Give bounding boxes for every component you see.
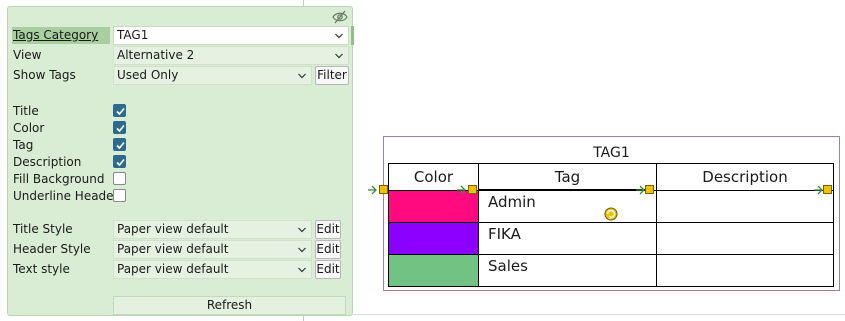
chevron-down-icon: [298, 73, 306, 79]
column-resize-handle[interactable]: [468, 185, 477, 194]
color-swatch-admin: [389, 191, 478, 222]
text-style-select[interactable]: Paper view default: [113, 260, 312, 279]
style-label: Header Style: [13, 242, 91, 256]
fill-background-checkbox[interactable]: [113, 172, 126, 185]
tags-category-select[interactable]: TAG1: [113, 26, 349, 45]
title-style-row: Title Style Paper view default Edit: [13, 220, 351, 239]
chevron-down-icon: [335, 33, 343, 39]
tag-checkbox[interactable]: [113, 138, 126, 151]
title-checkbox[interactable]: [113, 104, 126, 117]
text-style-row: Text style Paper view default Edit: [13, 260, 351, 279]
view-label: View: [13, 48, 42, 62]
view-value: Alternative 2: [117, 48, 195, 62]
style-value: Paper view default: [117, 222, 229, 236]
underline-header-checkbox[interactable]: [113, 189, 126, 202]
tag-name-fika: FIKA: [488, 225, 521, 243]
style-value: Paper view default: [117, 262, 229, 276]
refresh-button[interactable]: Refresh: [113, 296, 346, 315]
column-resize-handle[interactable]: [823, 185, 832, 194]
color-swatch-fika: [389, 223, 478, 254]
chevron-down-icon: [298, 247, 306, 253]
option-label: Color: [13, 121, 45, 135]
show-tags-select[interactable]: Used Only: [113, 66, 312, 85]
option-underline-header-row: Underline Header: [13, 187, 351, 206]
tags-properties-panel: Tags Category TAG1 View Alternative 2 Sh…: [7, 6, 354, 316]
header-style-edit-button[interactable]: Edit: [315, 240, 341, 259]
color-swatch-sales: [389, 255, 478, 286]
title-style-select[interactable]: Paper view default: [113, 220, 312, 239]
text-style-edit-button[interactable]: Edit: [315, 260, 341, 279]
tags-category-label: Tags Category: [12, 27, 110, 44]
rotate-cursor-icon: [604, 207, 618, 221]
style-label: Text style: [13, 262, 70, 276]
style-label: Title Style: [13, 222, 73, 236]
tag-table[interactable]: Color Tag Description Admin FIKA Sales: [388, 163, 834, 287]
scrollbar[interactable]: [351, 26, 354, 45]
tags-category-row: Tags Category TAG1: [12, 26, 354, 45]
option-label: Tag: [13, 138, 34, 152]
chevron-down-icon: [298, 267, 306, 273]
column-header-tag: Tag: [554, 168, 581, 186]
tag-name-sales: Sales: [488, 257, 528, 275]
page-edge: [353, 314, 845, 315]
tag-table-title: TAG1: [593, 145, 630, 161]
column-resize-handle[interactable]: [645, 185, 654, 194]
style-value: Paper view default: [117, 242, 229, 256]
view-row: View Alternative 2: [13, 46, 351, 65]
column-resize-handle[interactable]: [379, 185, 388, 194]
option-label: Underline Header: [13, 189, 119, 203]
show-tags-row: Show Tags Used Only Filter: [13, 66, 351, 85]
description-checkbox[interactable]: [113, 155, 126, 168]
resize-guide-line: [478, 189, 645, 190]
eye-slash-icon[interactable]: [332, 10, 348, 24]
view-select[interactable]: Alternative 2: [113, 46, 349, 65]
color-checkbox[interactable]: [113, 121, 126, 134]
show-tags-value: Used Only: [117, 68, 179, 82]
canvas: Tags Category TAG1 View Alternative 2 Sh…: [0, 0, 845, 321]
chevron-down-icon: [298, 227, 306, 233]
title-style-edit-button[interactable]: Edit: [315, 220, 341, 239]
tags-category-value: TAG1: [117, 28, 149, 42]
tag-name-admin: Admin: [488, 193, 536, 211]
table-column-divider: [656, 164, 657, 286]
option-label: Fill Background: [13, 172, 105, 186]
show-tags-label: Show Tags: [13, 68, 76, 82]
table-column-divider: [478, 164, 479, 286]
header-style-row: Header Style Paper view default Edit: [13, 240, 351, 259]
column-header-description: Description: [702, 168, 788, 186]
header-style-select[interactable]: Paper view default: [113, 240, 312, 259]
option-label: Description: [13, 155, 82, 169]
chevron-down-icon: [335, 53, 343, 59]
filter-button[interactable]: Filter: [315, 66, 349, 85]
option-label: Title: [13, 104, 39, 118]
